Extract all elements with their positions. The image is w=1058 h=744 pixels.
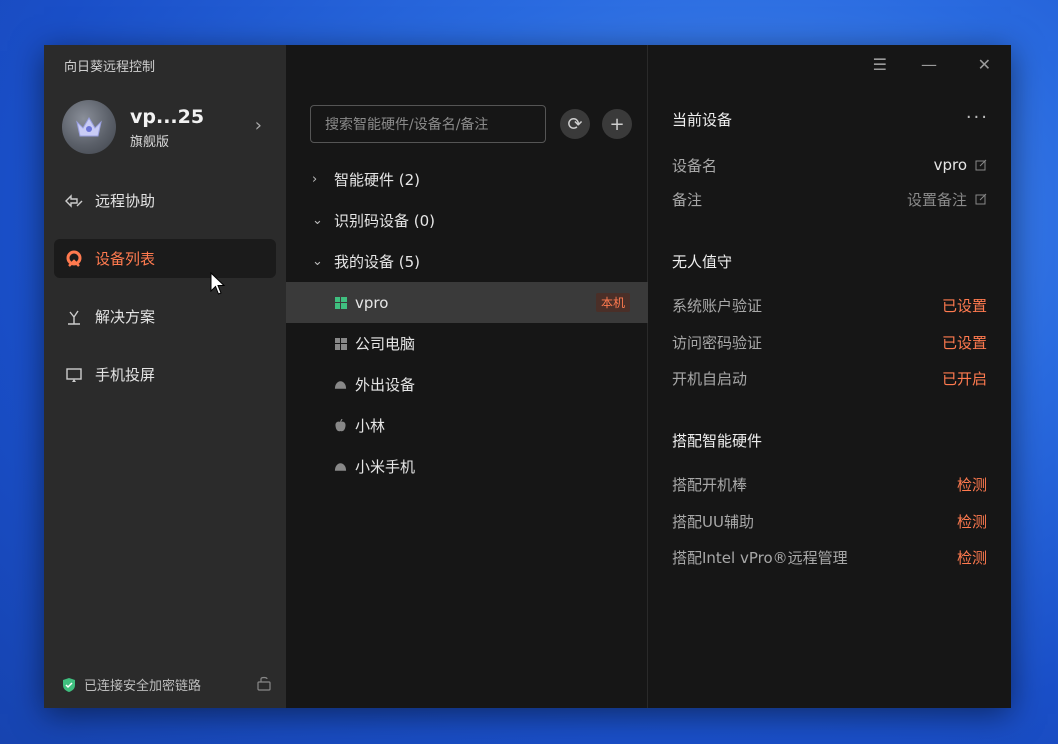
unattended-title: 无人值守	[672, 253, 733, 271]
hardware-label: 搭配开机棒	[672, 475, 748, 494]
group-smart-hardware[interactable]: › 智能硬件 (2)	[286, 159, 648, 200]
chevron-right-icon[interactable]: ›	[255, 115, 262, 136]
hardware-row: 搭配Intel vPro®远程管理 检测	[672, 547, 987, 567]
setting-row: 访问密码验证 已设置	[672, 332, 987, 352]
setting-label: 系统账户验证	[672, 296, 763, 315]
android-icon	[334, 460, 347, 473]
setting-label: 访问密码验证	[672, 333, 763, 352]
apple-icon	[334, 419, 347, 432]
nav-item-remote-assist[interactable]: 远程协助	[54, 181, 276, 220]
chevron-down-icon: ⌄	[312, 254, 323, 269]
group-my-devices[interactable]: ⌄ 我的设备 (5)	[286, 241, 648, 282]
windows-icon	[334, 337, 347, 350]
setting-value[interactable]: 已设置	[942, 295, 987, 316]
menu-icon[interactable]: ☰	[873, 55, 887, 74]
device-name-label: 设备名	[672, 156, 718, 175]
device-detail-panel: ☰ — ✕ 当前设备 ··· 设备名 vpro 备注 设置备注 无人值守 系统账…	[648, 45, 1011, 708]
detect-link[interactable]: 检测	[957, 547, 987, 568]
group-label: 智能硬件 (2)	[334, 171, 421, 189]
remark-text: 设置备注	[906, 190, 967, 209]
chevron-right-icon: ›	[312, 172, 318, 187]
setting-label: 开机自启动	[672, 369, 748, 388]
refresh-button[interactable]: ⟳	[560, 109, 590, 139]
setting-row: 开机自启动 已开启	[672, 368, 987, 388]
nav-item-label: 解决方案	[95, 308, 156, 326]
shield-icon	[63, 677, 75, 692]
device-list-icon	[64, 249, 84, 269]
device-item[interactable]: 外出设备	[286, 364, 648, 405]
device-list-panel: 搜索智能硬件/设备名/备注 ⟳ + › 智能硬件 (2) ⌄ 识别码设备 (0)…	[286, 45, 648, 708]
refresh-icon: ⟳	[567, 113, 583, 135]
close-icon[interactable]: ✕	[978, 55, 991, 74]
device-name: 小林	[355, 417, 386, 435]
device-name-value[interactable]: vpro	[934, 156, 987, 174]
device-name-row: 设备名 vpro	[672, 155, 987, 175]
nav-item-solutions[interactable]: 解决方案	[54, 297, 276, 336]
security-status: 已连接安全加密链路	[62, 675, 272, 694]
device-item[interactable]: 公司电脑	[286, 323, 648, 364]
hardware-label: 搭配UU辅助	[672, 512, 754, 531]
device-item[interactable]: 小林	[286, 405, 648, 446]
edit-icon[interactable]	[975, 159, 987, 171]
search-placeholder: 搜索智能硬件/设备名/备注	[325, 117, 489, 133]
avatar	[62, 100, 116, 154]
device-name: 外出设备	[355, 376, 416, 394]
nav-item-label: 设备列表	[95, 250, 156, 268]
profile-level: 旗舰版	[130, 134, 170, 150]
nav-menu: 远程协助 设备列表 解决方案 手机投屏	[54, 181, 276, 413]
profile-card[interactable]: vp...25 旗舰版 ›	[62, 99, 272, 155]
hardware-row: 搭配开机棒 检测	[672, 474, 987, 494]
minimize-icon[interactable]: —	[921, 55, 937, 74]
app-title: 向日葵远程控制	[64, 60, 156, 75]
device-item[interactable]: 小米手机	[286, 446, 648, 487]
device-name-text: vpro	[933, 156, 967, 174]
device-tree: › 智能硬件 (2) ⌄ 识别码设备 (0) ⌄ 我的设备 (5) vpro 本…	[286, 159, 648, 487]
current-device-title: 当前设备	[672, 111, 733, 129]
windows-icon	[334, 296, 347, 309]
group-id-devices[interactable]: ⌄ 识别码设备 (0)	[286, 200, 648, 241]
screen-cast-icon	[64, 365, 84, 385]
setting-row: 系统账户验证 已设置	[672, 295, 987, 315]
remark-row: 备注 设置备注	[672, 189, 987, 209]
plus-icon: +	[609, 113, 625, 135]
nav-item-label: 手机投屏	[95, 366, 156, 384]
remark-label: 备注	[672, 190, 703, 209]
setting-value[interactable]: 已设置	[942, 332, 987, 353]
search-input[interactable]: 搜索智能硬件/设备名/备注	[310, 105, 546, 143]
hardware-row: 搭配UU辅助 检测	[672, 511, 987, 531]
app-window: 向日葵远程控制 vp...25 旗舰版 › 远程协助 设备列表 解决方案 手机投…	[44, 45, 1011, 708]
mouse-cursor-icon	[210, 272, 226, 295]
device-name: 公司电脑	[355, 335, 416, 353]
crown-icon	[76, 117, 102, 137]
hardware-title: 搭配智能硬件	[672, 432, 763, 450]
more-options-icon[interactable]: ···	[966, 107, 989, 128]
sidebar: 向日葵远程控制 vp...25 旗舰版 › 远程协助 设备列表 解决方案 手机投…	[44, 45, 286, 708]
detect-link[interactable]: 检测	[957, 474, 987, 495]
remote-assist-icon	[64, 191, 84, 211]
nav-item-screen-cast[interactable]: 手机投屏	[54, 355, 276, 394]
solution-icon	[64, 307, 84, 327]
group-label: 我的设备 (5)	[334, 253, 421, 271]
device-name: vpro	[355, 293, 389, 312]
group-label: 识别码设备 (0)	[334, 212, 436, 230]
device-item-vpro[interactable]: vpro 本机	[286, 282, 648, 323]
nav-item-label: 远程协助	[95, 192, 156, 210]
security-text: 已连接安全加密链路	[84, 679, 202, 694]
add-device-button[interactable]: +	[602, 109, 632, 139]
remark-value[interactable]: 设置备注	[907, 189, 987, 210]
android-icon	[334, 378, 347, 391]
edit-icon[interactable]	[975, 193, 987, 205]
lock-icon[interactable]	[256, 675, 272, 691]
detect-link[interactable]: 检测	[957, 511, 987, 532]
profile-name: vp...25	[130, 105, 205, 128]
device-name: 小米手机	[355, 458, 416, 476]
local-badge: 本机	[595, 293, 630, 312]
hardware-label: 搭配Intel vPro®远程管理	[672, 548, 848, 567]
chevron-down-icon: ⌄	[312, 213, 323, 228]
setting-value[interactable]: 已开启	[942, 368, 987, 389]
nav-item-device-list[interactable]: 设备列表	[54, 239, 276, 278]
